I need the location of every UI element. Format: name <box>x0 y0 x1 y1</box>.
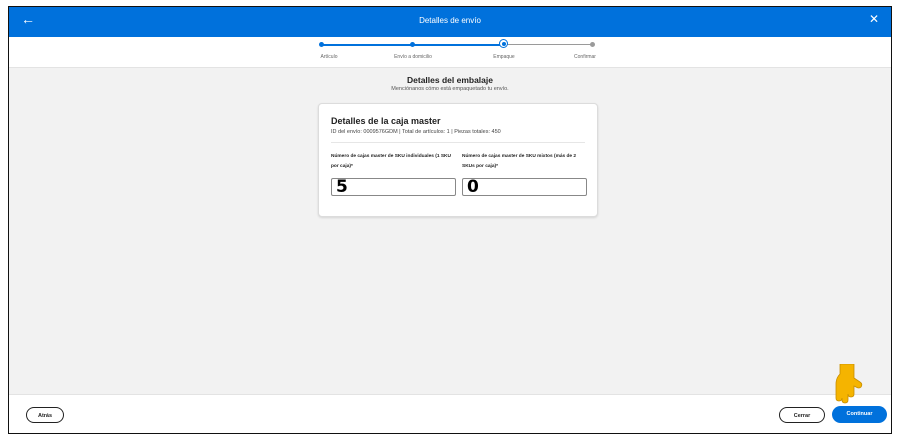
card-divider <box>331 142 585 143</box>
pointing-hand-icon <box>835 364 863 404</box>
page-heading: Detalles del embalaje <box>407 75 493 85</box>
step-dot-articulo <box>319 42 324 47</box>
window-title: Detalles de envío <box>419 16 481 25</box>
page-subheading: Menciónanos cómo está empaquetado tu env… <box>391 86 509 92</box>
continue-button[interactable]: Continuar <box>832 406 887 423</box>
mixed-sku-boxes-label: Número de cajas master de SKU mixtos (má… <box>462 154 577 169</box>
step-dot-envio <box>410 42 415 47</box>
step-dot-empaque <box>499 39 508 48</box>
app-frame: ← Detalles de envío ✕ Artículo Envío a d… <box>8 6 892 434</box>
top-bar: ← Detalles de envío ✕ <box>9 7 891 37</box>
progress-stepper: Artículo Envío a domicilio Empaque Confi… <box>9 37 891 68</box>
individual-sku-boxes-label: Número de cajas master de SKU individual… <box>331 154 451 169</box>
step-connector <box>504 44 593 45</box>
back-button[interactable]: Atrás <box>26 407 64 423</box>
individual-sku-boxes-input[interactable]: 5 <box>331 178 456 196</box>
step-dot-confirmar <box>590 42 595 47</box>
step-label-empaque: Empaque <box>493 54 515 60</box>
step-label-confirmar: Confirmar <box>574 54 596 60</box>
footer-bar: Atrás Cerrar Continuar <box>9 394 891 433</box>
shipment-meta: ID del envío: 0009576GDM | Total de artí… <box>331 129 501 135</box>
mixed-sku-boxes-input[interactable]: 0 <box>462 178 587 196</box>
close-icon[interactable]: ✕ <box>869 13 879 25</box>
close-button[interactable]: Cerrar <box>779 407 825 423</box>
card-title: Detalles de la caja master <box>331 116 441 126</box>
master-box-card: Detalles de la caja master ID del envío:… <box>318 103 598 217</box>
step-label-envio: Envío a domicilio <box>394 54 432 60</box>
step-label-articulo: Artículo <box>320 54 338 60</box>
